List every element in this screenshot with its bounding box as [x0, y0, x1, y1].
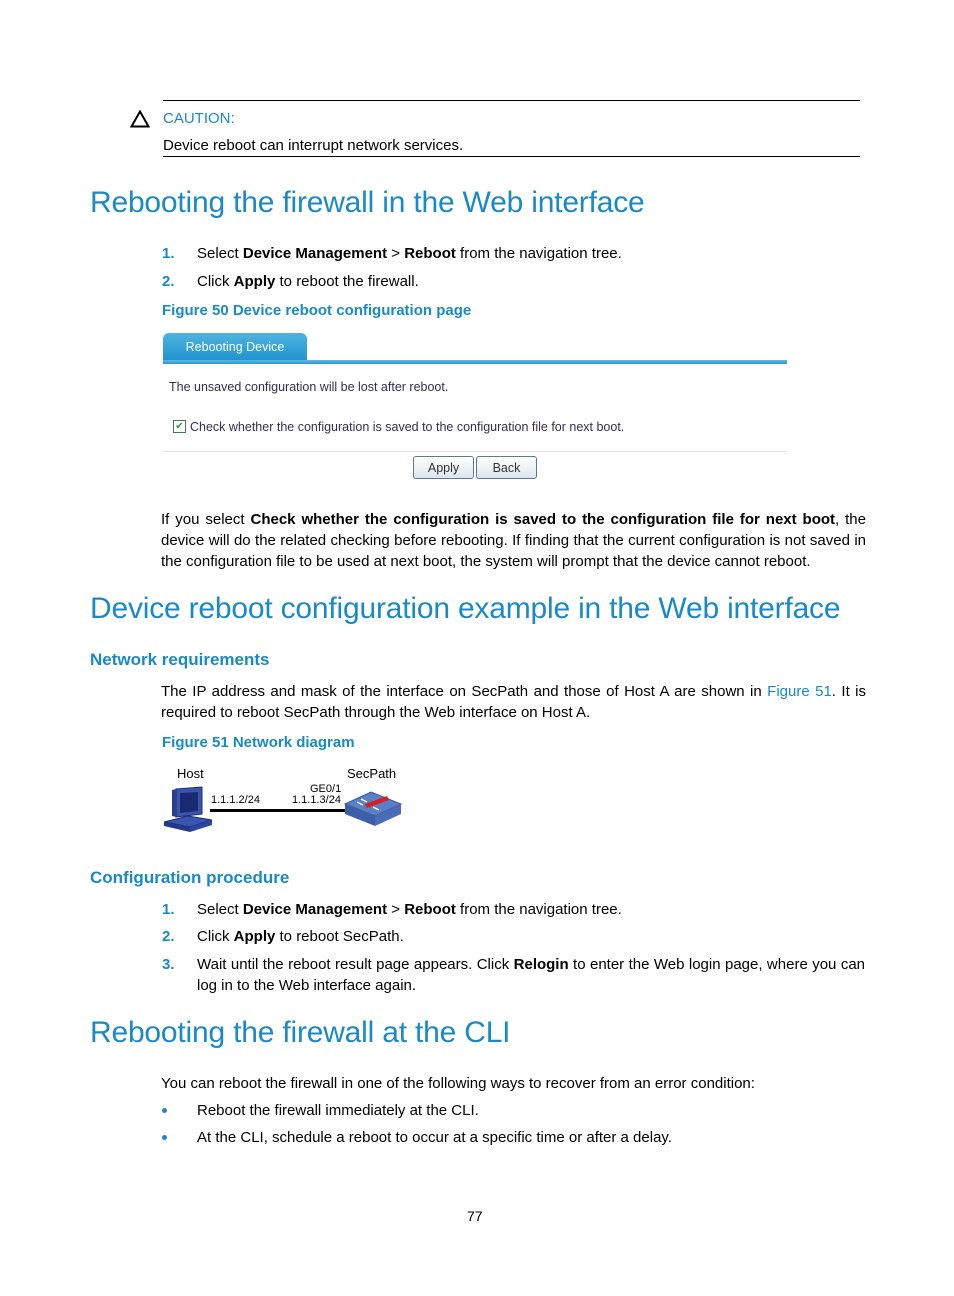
tab-rebooting-device[interactable]: Rebooting Device [163, 333, 307, 361]
host-computer-icon [162, 786, 214, 834]
check-config-saved-checkbox[interactable]: ✔ [173, 420, 186, 433]
section-title-web-reboot: Rebooting the firewall in the Web interf… [90, 186, 645, 219]
step-number: 2. [162, 273, 175, 290]
menu-reboot: Reboot [404, 901, 456, 918]
menu-device-management: Device Management [242, 901, 388, 918]
check-config-paragraph: If you select Check whether the configur… [161, 509, 866, 572]
secpath-label: SecPath [347, 766, 397, 781]
network-requirements-text: The IP address and mask of the interface… [161, 681, 866, 723]
separator: > [387, 245, 405, 262]
secpath-firewall-icon [343, 788, 403, 830]
menu-reboot: Reboot [404, 245, 456, 262]
checkbox-label: Check whether the configuration is saved… [190, 420, 625, 434]
caution-bottom-rule [163, 156, 860, 157]
step-number: 1. [162, 901, 175, 918]
checkmark-icon: ✔ [175, 421, 184, 432]
ui-separator [163, 451, 787, 452]
figure-50-caption: Figure 50 Device reboot configuration pa… [162, 302, 472, 319]
host-label: Host [177, 766, 204, 781]
back-button[interactable]: Back [476, 456, 537, 479]
step-number: 3. [162, 956, 175, 973]
step-number: 1. [162, 245, 175, 262]
step-text: Select [197, 901, 243, 918]
figure-51-link[interactable]: Figure 51 [767, 683, 832, 700]
cli-intro: You can reboot the firewall in one of th… [161, 1075, 755, 1092]
proc-step-2: 2. Click Apply to reboot SecPath. [0, 926, 954, 947]
step-text: Wait until the reboot result page appear… [197, 956, 514, 973]
paragraph-text: If you select [161, 511, 251, 528]
proc-step-3: 3. Wait until the reboot result page app… [0, 954, 954, 996]
step-text: Click [197, 273, 234, 290]
step-text: from the navigation tree. [455, 245, 622, 262]
bullet-icon [162, 1108, 167, 1113]
reboot-tab-bar: Rebooting Device [163, 333, 787, 364]
step-text: from the navigation tree. [455, 901, 622, 918]
step-text: Select [197, 245, 243, 262]
step-text: to reboot SecPath. [275, 928, 404, 945]
configuration-procedure-heading: Configuration procedure [90, 868, 290, 887]
apply-term: Apply [233, 273, 276, 290]
step-1: 1. Select Device Management > Reboot fro… [0, 243, 954, 264]
apply-term: Apply [233, 928, 276, 945]
page-number: 77 [467, 1208, 483, 1224]
section-title-example: Device reboot configuration example in t… [90, 592, 841, 625]
menu-device-management: Device Management [242, 245, 388, 262]
secpath-ip: 1.1.1.3/24 [292, 794, 341, 806]
caution-icon [129, 109, 151, 128]
caution-label: CAUTION: [163, 110, 235, 127]
host-ip: 1.1.1.2/24 [211, 794, 260, 806]
paragraph-text: The IP address and mask of the interface… [161, 683, 768, 700]
step-text: to reboot the firewall. [275, 273, 419, 290]
section-title-cli-reboot: Rebooting the firewall at the CLI [90, 1016, 511, 1049]
network-requirements-heading: Network requirements [90, 650, 270, 669]
relogin-term: Relogin [513, 956, 569, 973]
network-link-line [210, 809, 347, 812]
apply-button[interactable]: Apply [413, 456, 474, 479]
caution-top-rule [163, 100, 860, 101]
bullet-icon [162, 1135, 167, 1140]
cli-bullet-1: Reboot the firewall immediately at the C… [197, 1102, 479, 1119]
step-text: Click [197, 928, 234, 945]
tab-underline [163, 360, 787, 364]
unsaved-config-notice: The unsaved configuration will be lost a… [169, 380, 449, 394]
proc-step-1: 1. Select Device Management > Reboot fro… [0, 899, 954, 920]
step-2: 2. Click Apply to reboot the firewall. [0, 271, 954, 292]
step-number: 2. [162, 928, 175, 945]
caution-text: Device reboot can interrupt network serv… [163, 137, 464, 154]
figure-51-caption: Figure 51 Network diagram [162, 734, 355, 751]
separator: > [387, 901, 405, 918]
cli-bullet-2: At the CLI, schedule a reboot to occur a… [197, 1129, 672, 1146]
paragraph-bold-term: Check whether the configuration is saved… [250, 511, 836, 528]
